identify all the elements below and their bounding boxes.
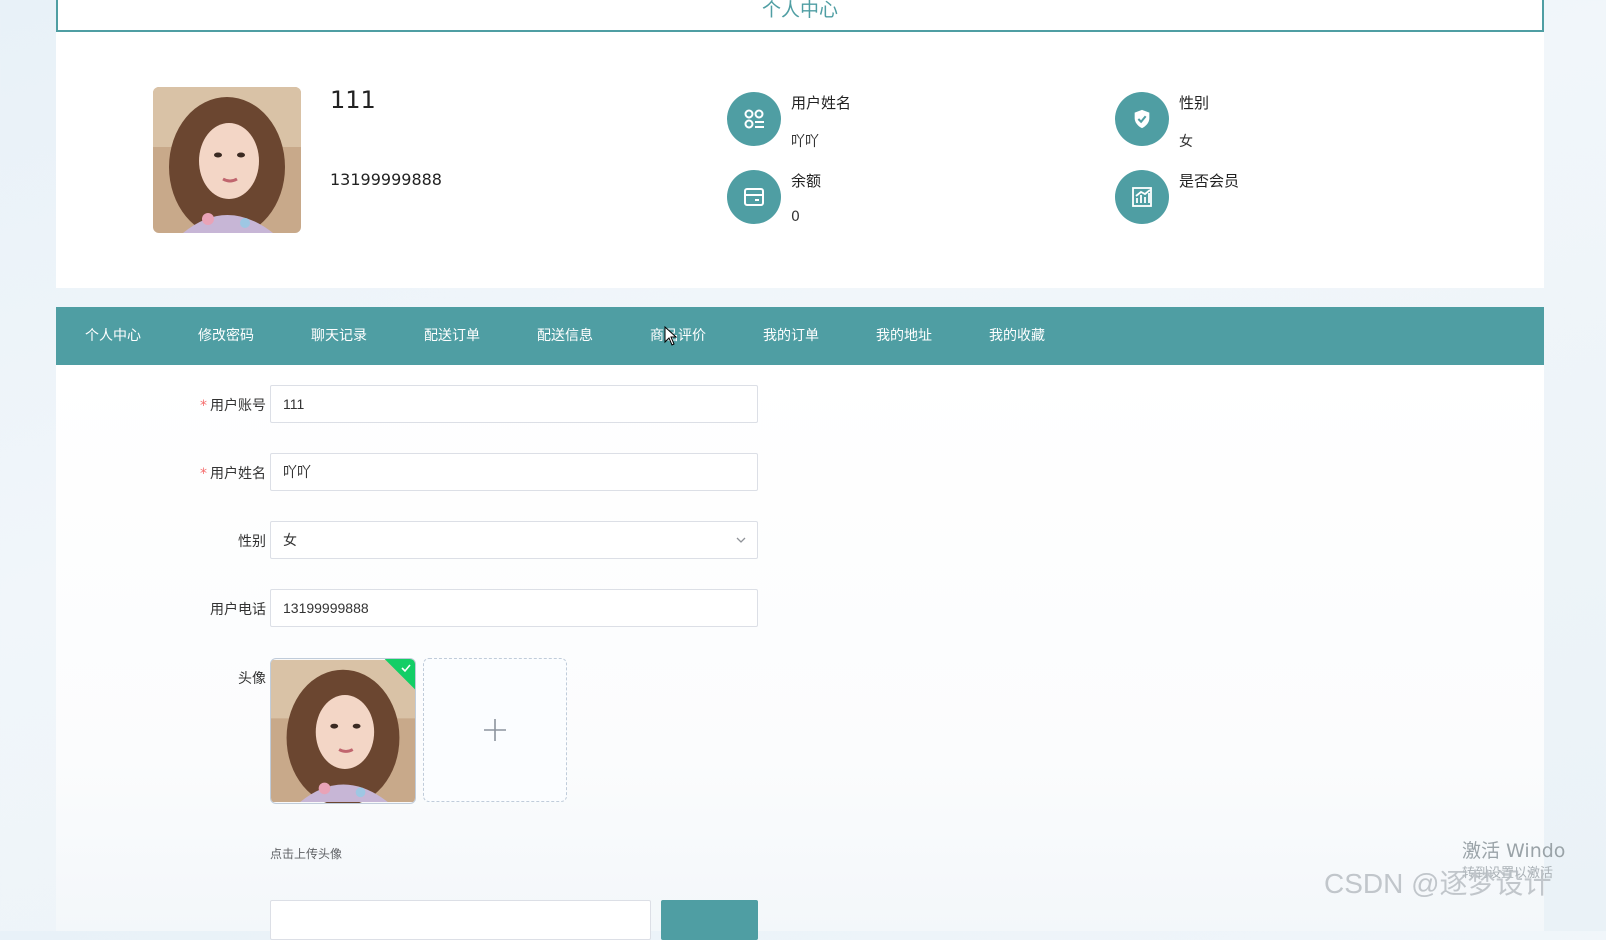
mouse-cursor-icon [664,326,678,346]
info-gender-label: 性别 [1179,94,1210,112]
tab-personal-center[interactable]: 个人中心 [85,307,141,365]
info-balance-value: 0 [791,209,800,225]
wallet-icon [727,170,781,224]
name-input[interactable]: 吖吖 [270,453,758,491]
windows-activation-watermark: 激活 Windo [1462,840,1566,862]
profile-form: * 用户账号 111 * 用户姓名 吖吖 性别 女 用户电话 13199999888… [56,365,1544,940]
tab-bar: 个人中心 修改密码 聊天记录 配送订单 配送信息 商品评价 我的订单 我的地址 … [56,307,1544,365]
tab-product-reviews[interactable]: 商品评价 [650,307,706,365]
info-member-label: 是否会员 [1179,172,1240,190]
gender-select[interactable]: 女 [270,521,758,559]
chevron-down-icon [736,537,746,543]
required-mark: * [200,466,207,482]
tab-delivery-orders[interactable]: 配送订单 [424,307,480,365]
name-label: * 用户姓名 [200,466,266,482]
phone-input[interactable]: 13199999888 [270,589,758,627]
profile-card: 111 13199999888 用户姓名 吖吖 性别 女 余额 0 是否会员 [56,32,1544,288]
tab-my-orders[interactable]: 我的订单 [763,307,819,365]
grid-icon [727,92,781,146]
gender-label: 性别 [238,534,266,550]
info-gender-value: 女 [1179,134,1193,150]
gender-select-value: 女 [283,532,297,548]
page-title: 个人中心 [56,0,1544,32]
upload-tip: 点击上传头像 [270,847,343,861]
tab-my-address[interactable]: 我的地址 [876,307,932,365]
account-label: * 用户账号 [200,398,266,414]
plus-icon [484,719,506,741]
profile-account: 111 [330,86,376,114]
phone-label: 用户电话 [210,602,266,618]
partial-input[interactable] [270,900,651,940]
profile-avatar [153,87,301,233]
account-input[interactable]: 111 [270,385,758,423]
tab-delivery-info[interactable]: 配送信息 [537,307,593,365]
tab-my-favorites[interactable]: 我的收藏 [989,307,1045,365]
tab-change-password[interactable]: 修改密码 [198,307,254,365]
tab-chat-history[interactable]: 聊天记录 [311,307,367,365]
chart-icon [1115,170,1169,224]
shield-check-icon [1115,92,1169,146]
submit-button[interactable] [661,900,758,940]
avatar-label: 头像 [238,671,266,687]
avatar-upload-button[interactable] [423,658,567,802]
info-balance-label: 余额 [791,172,822,190]
profile-phone: 13199999888 [330,170,442,189]
check-icon [401,664,411,673]
info-username-label: 用户姓名 [791,94,852,112]
required-mark: * [200,398,207,414]
avatar-preview[interactable] [270,658,416,804]
info-username-value: 吖吖 [791,134,819,150]
csdn-watermark: CSDN @逐梦设计 [1324,868,1552,899]
